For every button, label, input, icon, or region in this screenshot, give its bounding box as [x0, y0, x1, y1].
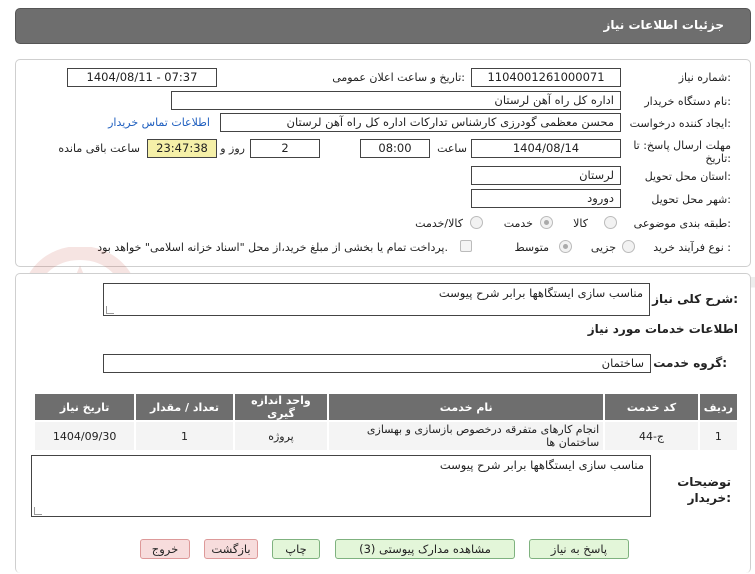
summary-label: شرح کلی نیاز: — [652, 292, 738, 306]
service-group-label: گروه خدمت: — [653, 356, 727, 370]
city-label: شهر محل تحویل: — [651, 193, 731, 206]
category-goods-label: کالا — [573, 217, 588, 230]
category-service-radio[interactable] — [540, 216, 553, 229]
category-both-label: کالا/خدمت — [415, 217, 463, 230]
process-minor-radio[interactable] — [622, 240, 635, 253]
announce-date-label: تاریخ و ساعت اعلان عمومی: — [332, 71, 465, 84]
process-minor-label: جزیی — [590, 241, 616, 254]
view-attachments-button[interactable]: مشاهده مدارک پیوستی (3) — [335, 539, 515, 559]
table-row: 1 ج-44 انجام کارهای متفرقه درخصوص بازساز… — [32, 420, 740, 452]
need-number-label: شماره نیاز: — [678, 71, 731, 84]
print-button[interactable]: چاپ — [272, 539, 320, 559]
cell-service-code: ج-44 — [603, 420, 700, 452]
col-service-code: کد خدمت — [603, 392, 700, 422]
col-service-name: نام خدمت — [327, 392, 606, 422]
page-header: جزئیات اطلاعات نیاز — [15, 8, 751, 44]
summary-field: مناسب سازی ایستگاهها برابر شرح پیوست — [103, 283, 650, 316]
exit-button[interactable]: خروج — [140, 539, 190, 559]
col-need-date: تاریخ نیاز — [32, 392, 137, 422]
col-row-number: ردیف — [697, 392, 740, 422]
buyer-notes-field: مناسب سازی ایستگاهها برابر شرح پیوست — [31, 455, 651, 517]
deadline-label: مهلت ارسال پاسخ: تا تاریخ: — [633, 139, 731, 165]
days-label: روز و — [220, 142, 245, 155]
buyer-org-label: نام دستگاه خریدار: — [644, 95, 731, 108]
process-medium-radio[interactable] — [559, 240, 572, 253]
buyer-notes-text: مناسب سازی ایستگاهها برابر شرح پیوست — [439, 458, 644, 472]
process-type-label: نوع فرآیند خرید : — [653, 241, 731, 254]
category-label: طبقه بندی موضوعی: — [633, 217, 731, 230]
deadline-date-field: 1404/08/14 — [471, 139, 621, 158]
province-field: لرستان — [471, 166, 621, 185]
requester-field: محسن معظمی گودرزی کارشناس تدارکات اداره … — [220, 113, 621, 132]
need-number-field: 1104001261000071 — [471, 68, 621, 87]
reply-to-need-button[interactable]: پاسخ به نیاز — [529, 539, 629, 559]
city-field: دورود — [471, 189, 621, 208]
col-unit: واحد اندازه گیری — [232, 392, 330, 422]
category-goods-radio[interactable] — [604, 216, 617, 229]
days-remaining-field: 2 — [250, 139, 320, 158]
table-header-row: ردیف کد خدمت نام خدمت واحد اندازه گیری ت… — [32, 392, 740, 422]
treasury-payment-note: پرداخت تمام یا بخشی از مبلغ خرید،از محل … — [97, 241, 448, 254]
category-service-label: خدمت — [503, 217, 533, 230]
cell-need-date: 1404/09/30 — [32, 420, 137, 452]
services-section-title: اطلاعات خدمات مورد نیاز — [587, 322, 738, 336]
deadline-time-field: 08:00 — [360, 139, 430, 158]
cell-quantity: 1 — [134, 420, 235, 452]
process-medium-label: متوسط — [514, 241, 549, 254]
category-both-radio[interactable] — [470, 216, 483, 229]
buyer-notes-label: توضیحات خریدار: — [677, 475, 731, 505]
treasury-payment-checkbox[interactable] — [460, 240, 472, 252]
province-label: استان محل تحویل: — [644, 170, 731, 183]
back-button[interactable]: بازگشت — [204, 539, 258, 559]
cell-unit: پروژه — [232, 420, 330, 452]
col-quantity: تعداد / مقدار — [134, 392, 235, 422]
requester-label: ایجاد کننده درخواست: — [629, 117, 731, 130]
resize-handle-icon[interactable] — [34, 507, 42, 515]
deadline-time-label: ساعت — [437, 142, 467, 155]
service-group-field: ساختمان — [103, 354, 651, 373]
buyer-org-field: اداره کل راه آهن لرستان — [171, 91, 621, 110]
services-table: ردیف کد خدمت نام خدمت واحد اندازه گیری ت… — [32, 392, 740, 452]
remaining-time-label: ساعت باقی مانده — [58, 142, 140, 155]
remaining-time-field: 23:47:38 — [147, 139, 217, 158]
buyer-contact-link[interactable]: اطلاعات تماس خریدار — [108, 116, 210, 129]
announce-date-field: 1404/08/11 - 07:37 — [67, 68, 217, 87]
page-title: جزئیات اطلاعات نیاز — [603, 18, 724, 32]
resize-handle-icon[interactable] — [106, 306, 114, 314]
cell-service-name: انجام کارهای متفرقه درخصوص بازسازی و بهس… — [327, 420, 606, 452]
cell-row-number: 1 — [697, 420, 740, 452]
summary-text: مناسب سازی ایستگاهها برابر شرح پیوست — [438, 286, 643, 300]
